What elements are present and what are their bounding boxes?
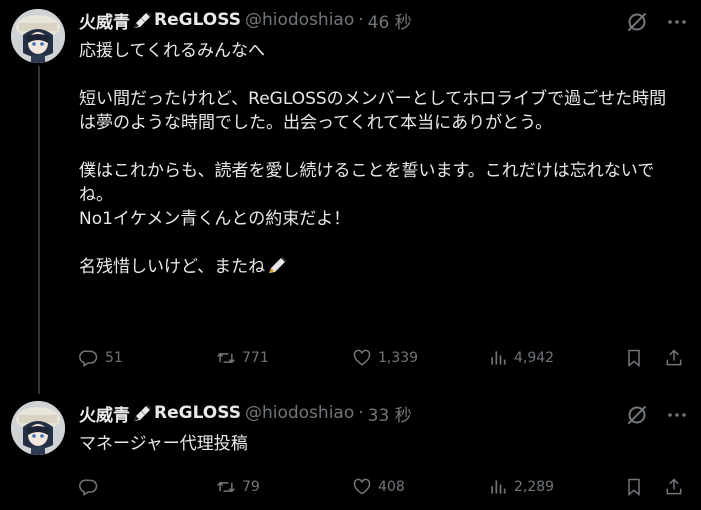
views-count: 4,942 [514,350,555,366]
like-count: 1,339 [378,350,419,366]
reply-count: 51 [105,350,123,366]
views-button[interactable]: 2,289 [488,475,554,499]
separator-dot: · [358,10,364,30]
pen-emoji-icon [131,10,153,30]
timestamp[interactable]: 46 秒 [368,8,412,33]
display-name-suffix[interactable]: ReGLOSS [154,10,241,30]
reply-button[interactable] [79,475,105,499]
retweet-icon [217,352,235,364]
tweet-text: 応援してくれるみんなへ 短い間だったけれど、ReGLOSSのメンバーとしてホロラ… [79,39,679,279]
tweet[interactable]: 火威青 ReGLOSS @hiodoshiao · 33 秒 マネージャー代理投… [0,395,701,510]
tweet-text: マネージャー代理投稿 [79,434,248,454]
share-button[interactable] [664,346,684,370]
like-button[interactable]: 408 [352,475,405,499]
pen-emoji-icon [266,255,288,275]
reply-button[interactable]: 51 [79,346,123,370]
heart-icon [353,349,371,366]
action-bar: 51 771 1,339 4,942 [79,346,689,370]
share-button[interactable] [664,475,684,499]
views-bar-icon [491,351,506,365]
retweet-button[interactable]: 79 [216,475,260,499]
reply-bubble-icon [79,350,98,367]
heart-icon [353,478,371,495]
bookmark-icon [628,349,640,368]
separator-dot: · [358,403,364,423]
tweet-text-content: 応援してくれるみんなへ 短い間だったけれど、ReGLOSSのメンバーとしてホロラ… [79,41,667,277]
views-count: 2,289 [514,479,555,495]
share-icon [666,349,682,366]
more-dots-icon[interactable] [665,10,689,34]
views-button[interactable]: 4,942 [488,346,554,370]
timestamp[interactable]: 33 秒 [368,401,412,426]
tweet-header: 火威青 ReGLOSS @hiodoshiao · 46 秒 [79,8,412,33]
retweet-count: 771 [242,350,269,366]
display-name[interactable]: 火威青 [79,8,130,33]
user-handle[interactable]: @hiodoshiao [245,10,354,30]
tweet[interactable]: 火威青 ReGLOSS @hiodoshiao · 46 秒 応援してくれるみん… [0,0,701,395]
tweet-header: 火威青 ReGLOSS @hiodoshiao · 33 秒 [79,401,412,426]
reply-bubble-icon [79,479,98,496]
more-dots-icon[interactable] [665,403,689,427]
retweet-button[interactable]: 771 [216,346,269,370]
bookmark-button[interactable] [624,475,644,499]
like-count: 408 [378,479,405,495]
pen-emoji-icon [131,403,153,423]
bookmark-icon [628,478,640,497]
views-bar-icon [491,480,506,494]
grok-icon[interactable] [625,10,649,34]
share-icon [666,478,682,495]
display-name-suffix[interactable]: ReGLOSS [154,403,241,423]
avatar[interactable] [11,401,65,455]
avatar[interactable] [11,9,65,63]
bookmark-button[interactable] [624,346,644,370]
thread-line [38,66,40,394]
user-handle[interactable]: @hiodoshiao [245,403,354,423]
display-name[interactable]: 火威青 [79,401,130,426]
grok-icon[interactable] [625,403,649,427]
retweet-icon [217,481,235,493]
like-button[interactable]: 1,339 [352,346,418,370]
action-bar: 79 408 2,289 [79,475,689,499]
retweet-count: 79 [242,479,260,495]
